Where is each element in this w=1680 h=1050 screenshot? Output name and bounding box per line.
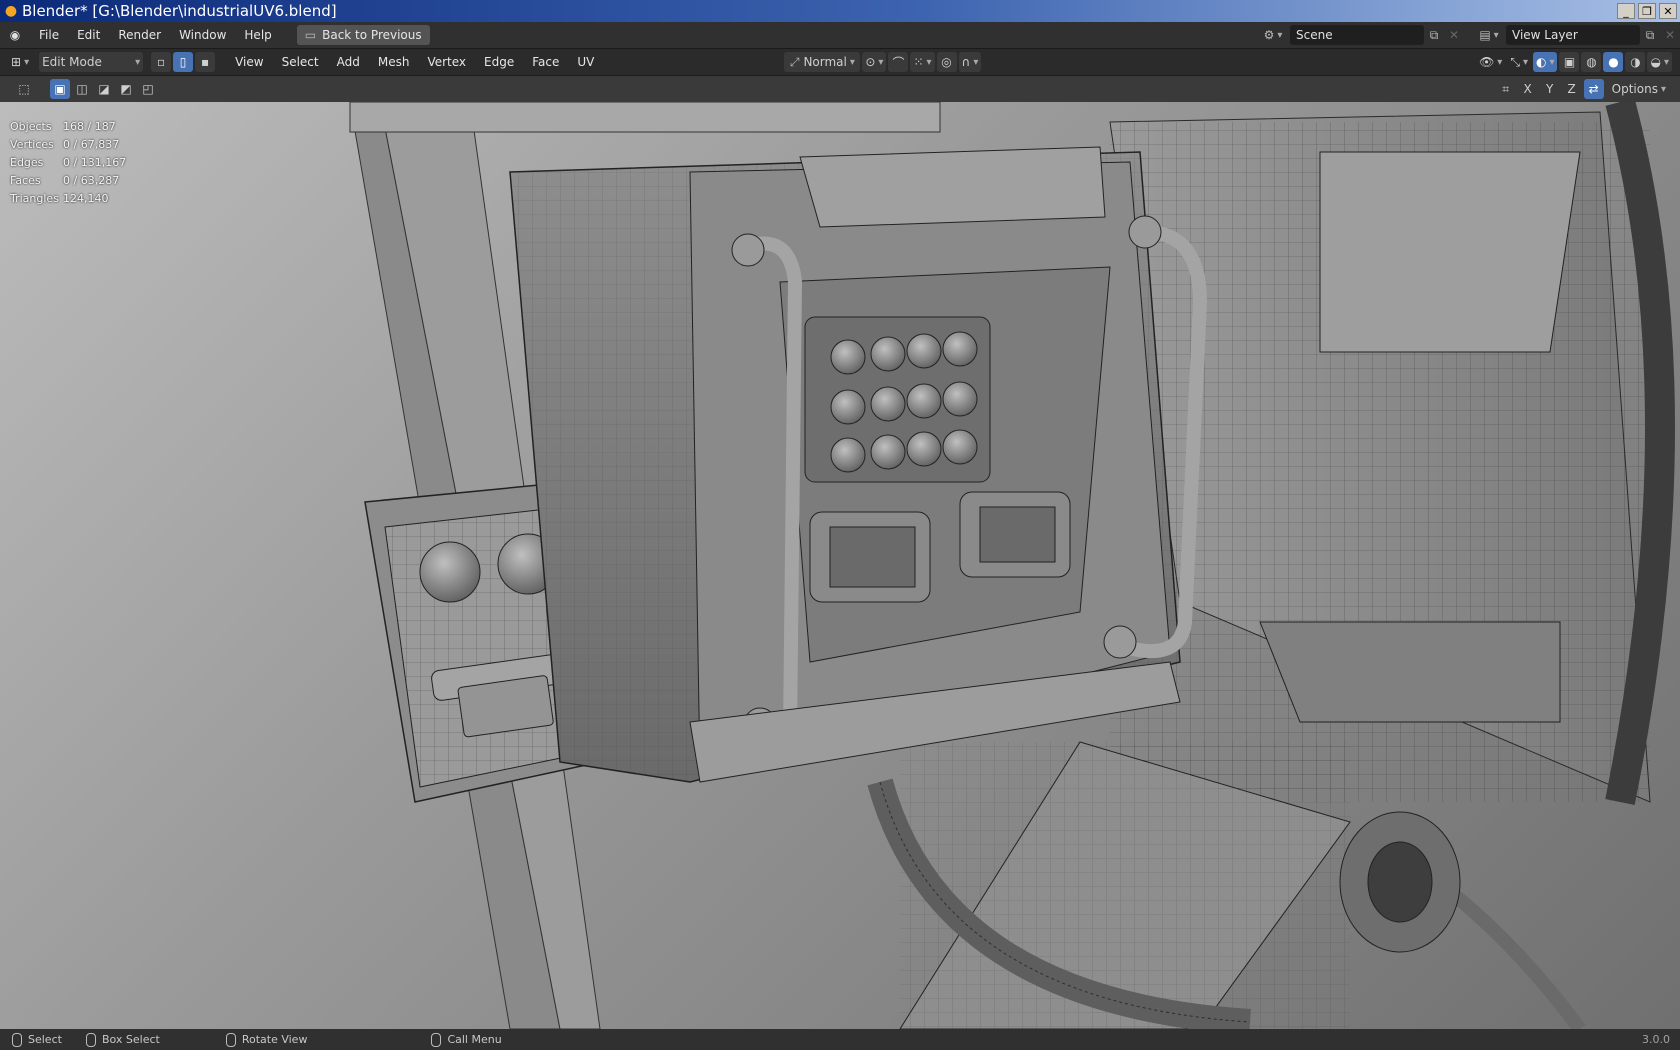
status-select: Select — [12, 1032, 62, 1047]
window-titlebar: ● Blender* [G:\Blender\industrialUV6.ble… — [0, 0, 1680, 22]
window-title: Blender* [G:\Blender\industrialUV6.blend… — [22, 2, 337, 20]
indicator-lights — [830, 331, 978, 473]
scene-browse-icon[interactable]: ⚙ — [1256, 28, 1290, 42]
menu-edge[interactable]: Edge — [475, 55, 523, 69]
menu-help[interactable]: Help — [235, 28, 280, 42]
back-to-previous-label: Back to Previous — [322, 28, 422, 42]
proportional-editing-icon[interactable]: ◎ — [936, 52, 957, 72]
menu-vertex[interactable]: Vertex — [418, 55, 475, 69]
snap-target-icon[interactable]: ⁙ — [910, 52, 935, 72]
material-shading-icon[interactable]: ◑ — [1625, 52, 1646, 72]
orientation-label: Normal — [803, 55, 847, 69]
active-tool-icon[interactable]: ⬚ — [14, 79, 34, 99]
mesh-render — [349, 102, 1675, 1029]
drag-mouse-icon — [85, 1032, 96, 1047]
visibility-icon[interactable]: 👁 — [1476, 52, 1505, 72]
editor-type-icon[interactable]: ⊞ — [8, 52, 32, 72]
top-menubar: ◉ File Edit Render Window Help ▭ Back to… — [0, 22, 1680, 49]
mirror-y-toggle[interactable]: Y — [1540, 79, 1560, 99]
stat-faces: Faces 0 / 63,287 — [10, 174, 120, 187]
stat-vertices: Vertices 0 / 67,837 — [10, 138, 120, 151]
right-mouse-icon — [431, 1032, 442, 1047]
falloff-icon[interactable]: ∩ — [958, 52, 982, 72]
viewport-header: ⊞ Edit Mode ▫ ▯ ▪ View Select Add Mesh V… — [0, 49, 1680, 75]
solid-shading-icon[interactable]: ● — [1603, 52, 1624, 72]
snap-toggle-icon[interactable]: ⌒ — [888, 52, 909, 72]
status-bar: Select Box Select Rotate View Call Menu … — [0, 1029, 1680, 1050]
view-layer-field[interactable]: View Layer — [1506, 25, 1640, 45]
pivot-point-icon[interactable]: ⊙ — [862, 52, 887, 72]
minimize-button[interactable]: _ — [1617, 3, 1635, 19]
version-label: 3.0.0 — [1642, 1033, 1670, 1046]
close-button[interactable]: ✕ — [1659, 3, 1677, 19]
control-box — [509, 146, 1208, 783]
scene-field[interactable]: Scene — [1290, 25, 1424, 45]
left-mouse-icon — [12, 1032, 22, 1047]
status-call-menu: Call Menu — [431, 1032, 502, 1047]
mirror-icon[interactable]: ⌗ — [1496, 79, 1516, 99]
delete-view-layer-icon[interactable]: ✕ — [1660, 28, 1680, 42]
select-subtract-icon[interactable]: ◪ — [94, 79, 114, 99]
delete-scene-icon[interactable]: ✕ — [1444, 28, 1464, 42]
back-to-previous-button[interactable]: ▭ Back to Previous — [296, 25, 430, 45]
face-select-icon[interactable]: ▪ — [195, 52, 216, 72]
options-dropdown[interactable]: Options — [1605, 79, 1672, 99]
stat-objects: Objects 168 / 187 — [10, 120, 116, 133]
tool-settings-bar: ⬚ ▣ ◫ ◪ ◩ ◰ ⌗ X Y Z ⇄ Options — [0, 76, 1680, 102]
status-box-select: Box Select — [85, 1032, 160, 1047]
select-extend-icon[interactable]: ◫ — [72, 79, 92, 99]
menu-uv[interactable]: UV — [568, 55, 603, 69]
mode-label: Edit Mode — [42, 55, 102, 69]
blender-logo-icon: ● — [4, 3, 18, 19]
menu-view[interactable]: View — [226, 55, 272, 69]
xray-icon[interactable]: ▣ — [1559, 52, 1580, 72]
mirror-x-toggle[interactable]: X — [1518, 79, 1538, 99]
screen-icon: ▭ — [304, 28, 317, 42]
middle-mouse-icon — [225, 1032, 236, 1047]
overlays-icon[interactable]: ◐ — [1532, 52, 1558, 72]
menu-add[interactable]: Add — [328, 55, 369, 69]
menu-select[interactable]: Select — [273, 55, 328, 69]
view-layer-browse-icon[interactable]: ▤ — [1472, 28, 1506, 42]
gizmo-icon[interactable]: ⤡ — [1507, 52, 1531, 72]
menu-render[interactable]: Render — [109, 28, 170, 42]
rendered-shading-icon[interactable]: ◒ — [1647, 52, 1672, 72]
menu-file[interactable]: File — [30, 28, 68, 42]
stat-edges: Edges 0 / 131,167 — [10, 156, 127, 169]
stat-triangles: Triangles 124,140 — [10, 192, 109, 205]
menu-window[interactable]: Window — [170, 28, 235, 42]
status-rotate-view: Rotate View — [225, 1032, 307, 1047]
orientation-icon: ⤢ — [789, 54, 800, 69]
menu-edit[interactable]: Edit — [68, 28, 109, 42]
select-new-icon[interactable]: ▣ — [50, 79, 70, 99]
wireframe-shading-icon[interactable]: ◍ — [1581, 52, 1602, 72]
transform-orientation-dropdown[interactable]: ⤢ Normal — [784, 52, 861, 72]
select-invert-icon[interactable]: ◩ — [116, 79, 136, 99]
auto-merge-icon[interactable]: ⇄ — [1583, 79, 1604, 99]
new-view-layer-icon[interactable]: ⧉ — [1640, 28, 1660, 43]
menu-face[interactable]: Face — [523, 55, 568, 69]
edge-select-icon[interactable]: ▯ — [173, 52, 194, 72]
mode-dropdown[interactable]: Edit Mode — [39, 52, 144, 72]
blender-menu-icon[interactable]: ◉ — [0, 28, 30, 42]
vertex-select-icon[interactable]: ▫ — [151, 52, 172, 72]
scene-statistics: Objects 168 / 187 Vertices 0 / 67,837 Edge… — [10, 120, 126, 210]
menu-mesh[interactable]: Mesh — [369, 55, 419, 69]
select-intersect-icon[interactable]: ◰ — [138, 79, 158, 99]
3d-viewport[interactable] — [0, 102, 1680, 1029]
restore-button[interactable]: ❐ — [1638, 3, 1656, 19]
mirror-z-toggle[interactable]: Z — [1562, 79, 1582, 99]
new-scene-icon[interactable]: ⧉ — [1424, 28, 1444, 43]
